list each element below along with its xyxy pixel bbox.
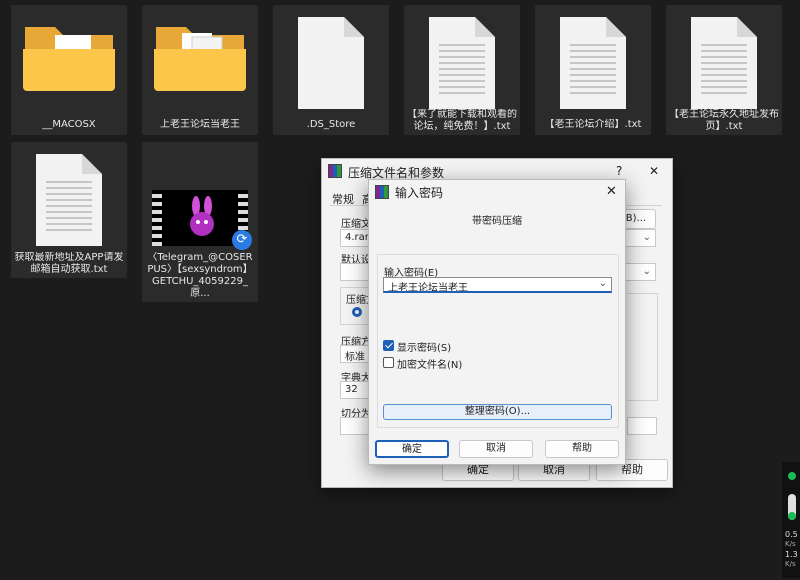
show-password-label: 显示密码(S) — [397, 343, 452, 354]
sync-icon: ⟳ — [232, 230, 252, 250]
file-name: 上老王论坛当老王 — [160, 119, 240, 130]
winrar-icon — [375, 185, 389, 199]
options-panel — [627, 293, 658, 401]
file-name: 获取最新地址及APP请发邮箱自动获取.txt — [14, 252, 124, 275]
winrar-icon — [328, 164, 342, 178]
password-set-field[interactable] — [627, 417, 657, 435]
chevron-down-icon: ⌄ — [598, 278, 607, 289]
password-ok-button[interactable]: 确定 — [375, 440, 449, 458]
format-radio-rar[interactable] — [352, 307, 362, 317]
upload-unit: K/s — [785, 540, 796, 548]
close-icon[interactable]: ✕ — [606, 184, 617, 199]
file-name: 【老王论坛介绍】.txt — [544, 119, 642, 130]
download-speed: 1.3 — [785, 550, 798, 559]
password-dialog-titlebar[interactable]: 输入密码 ✕ — [369, 180, 625, 204]
folder-icon — [23, 27, 115, 91]
password-dialog: 输入密码 ✕ 带密码压缩 输入密码(E) 上老王论坛当老王 ⌄ 显示密码(S) … — [368, 179, 626, 465]
file-tile-ds-store[interactable]: .DS_Store — [273, 5, 389, 135]
file-tile-text-4[interactable]: 获取最新地址及APP请发邮箱自动获取.txt — [11, 142, 127, 278]
file-tile-folder[interactable]: 上老王论坛当老王 — [142, 5, 258, 135]
organize-passwords-button[interactable]: 整理密码(O)... — [383, 404, 612, 420]
file-name: __MACOSX — [42, 119, 96, 130]
chevron-down-icon: ⌄ — [642, 232, 651, 243]
file-name: 【来了就能下载和观看的论坛，纯免费！】.txt — [407, 109, 517, 132]
archive-name-label: 压缩文件 — [341, 219, 371, 230]
encrypt-filenames-checkbox[interactable] — [383, 357, 394, 368]
text-file-icon — [560, 17, 626, 109]
speed-bar-fill — [788, 512, 796, 520]
status-dot — [788, 472, 796, 480]
download-unit: K/s — [785, 560, 796, 568]
close-icon[interactable]: ✕ — [649, 164, 659, 178]
file-tile-video[interactable]: ⟳ 〈Telegram_@COSERPUS〉【sexsyndrom】GETCHU… — [142, 142, 258, 302]
encrypt-filenames-label: 加密文件名(N) — [397, 360, 463, 371]
help-icon[interactable]: ? — [616, 164, 622, 178]
bunny-icon — [190, 196, 214, 236]
password-help-button[interactable]: 帮助 — [545, 440, 619, 458]
password-heading: 带密码压缩 — [472, 216, 522, 227]
show-password-checkbox[interactable] — [383, 340, 394, 351]
file-name: 〈Telegram_@COSERPUS〉【sexsyndrom】GETCHU_4… — [147, 252, 253, 299]
upload-speed: 0.5 — [785, 530, 798, 539]
network-speed-widget[interactable]: 0.5 K/s 1.3 K/s — [782, 462, 800, 578]
password-input[interactable]: 上老王论坛当老王 ⌄ — [383, 277, 612, 293]
file-tile-text-2[interactable]: 【老王论坛介绍】.txt — [535, 5, 651, 135]
file-tile-text-1[interactable]: 【来了就能下载和观看的论坛，纯免费！】.txt — [404, 5, 520, 135]
folder-icon — [154, 27, 246, 91]
file-name: 【老王论坛永久地址发布页】.txt — [669, 109, 779, 132]
chevron-down-icon: ⌄ — [642, 266, 651, 277]
text-file-icon — [36, 154, 102, 246]
file-tile-macosx[interactable]: __MACOSX — [11, 5, 127, 135]
file-tile-text-3[interactable]: 【老王论坛永久地址发布页】.txt — [666, 5, 782, 135]
text-file-icon — [691, 17, 757, 109]
password-cancel-button[interactable]: 取消 — [459, 440, 533, 458]
text-file-icon — [429, 17, 495, 109]
password-dialog-title: 输入密码 — [395, 186, 444, 200]
blank-file-icon — [298, 17, 364, 109]
file-name: .DS_Store — [306, 119, 356, 130]
